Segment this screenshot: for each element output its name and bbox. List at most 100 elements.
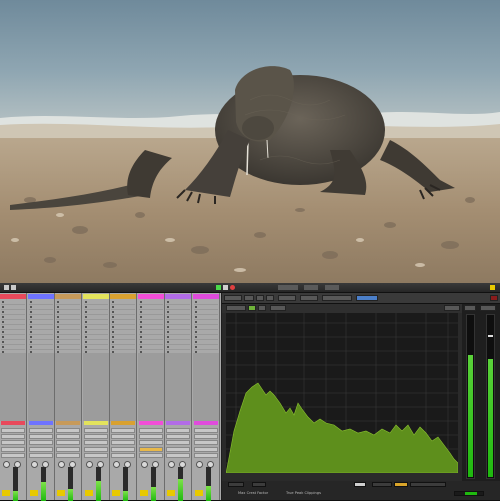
routing-chooser[interactable] <box>193 434 218 439</box>
routing-chooser[interactable] <box>83 440 108 445</box>
routing-chooser[interactable] <box>193 428 218 433</box>
track-activator-button[interactable] <box>139 490 148 496</box>
play-button[interactable] <box>216 285 221 290</box>
session-view-button[interactable] <box>11 285 16 290</box>
meter-scale-selector[interactable] <box>480 305 496 311</box>
track-activator-button[interactable] <box>29 490 38 496</box>
clip-stop-icon[interactable] <box>84 331 87 333</box>
track-title-bar[interactable] <box>110 294 136 299</box>
routing-chooser[interactable] <box>1 440 25 445</box>
track-activator-button[interactable] <box>112 490 120 496</box>
spectrum-display[interactable] <box>226 313 458 473</box>
clip-stop-icon[interactable] <box>2 346 4 348</box>
clip-stop-icon[interactable] <box>194 331 197 333</box>
clip-stop-icon[interactable] <box>84 306 87 308</box>
routing-chooser[interactable] <box>1 428 25 433</box>
clip-stop-icon[interactable] <box>2 306 4 308</box>
clip-stop-icon[interactable] <box>167 336 169 338</box>
routing-chooser[interactable] <box>56 428 80 433</box>
clip-stop-icon[interactable] <box>112 336 114 338</box>
clip-stop-icon[interactable] <box>84 341 87 343</box>
empty-clip-area[interactable] <box>27 353 54 421</box>
send-knob[interactable] <box>168 461 175 468</box>
clip-stop-icon[interactable] <box>194 301 197 303</box>
clip-stop-icon[interactable] <box>167 346 169 348</box>
preset-next-button[interactable] <box>266 295 274 301</box>
clip-stop-icon[interactable] <box>57 301 59 303</box>
send-knob[interactable] <box>113 461 120 468</box>
spectrum-mode-button[interactable] <box>226 305 246 311</box>
clip-stop-icon[interactable] <box>194 336 197 338</box>
clip-stop-icon[interactable] <box>29 321 32 323</box>
routing-chooser[interactable] <box>111 428 135 433</box>
track-level-meter[interactable] <box>205 467 211 501</box>
clip-stop-icon[interactable] <box>112 331 114 333</box>
routing-chooser[interactable] <box>111 447 135 452</box>
clip-stop-icon[interactable] <box>167 341 169 343</box>
clip-stop-icon[interactable] <box>2 301 4 303</box>
clip-stop-icon[interactable] <box>29 301 32 303</box>
clip-stop-icon[interactable] <box>29 336 32 338</box>
routing-chooser[interactable] <box>138 447 163 452</box>
send-knob[interactable] <box>140 461 148 468</box>
routing-chooser[interactable] <box>166 440 190 445</box>
clip-stop-icon[interactable] <box>139 346 142 348</box>
clip-stop-icon[interactable] <box>167 301 169 303</box>
clip-stop-icon[interactable] <box>29 331 32 333</box>
clip-stop-icon[interactable] <box>84 301 87 303</box>
routing-chooser[interactable] <box>1 447 25 452</box>
mode-selector[interactable] <box>322 295 352 301</box>
track-level-meter[interactable] <box>123 467 128 501</box>
clip-stop-icon[interactable] <box>84 316 87 318</box>
clip-stop-icon[interactable] <box>29 311 32 313</box>
plugin-title-chip[interactable] <box>224 295 242 301</box>
routing-chooser[interactable] <box>83 428 108 433</box>
clip-stop-icon[interactable] <box>2 331 4 333</box>
empty-clip-area[interactable] <box>137 353 164 421</box>
routing-chooser[interactable] <box>193 440 218 445</box>
track-level-meter[interactable] <box>95 467 101 501</box>
empty-clip-area[interactable] <box>0 353 26 421</box>
range-selector[interactable] <box>444 305 460 311</box>
track-level-meter[interactable] <box>150 467 156 501</box>
clip-stop-icon[interactable] <box>57 336 59 338</box>
empty-clip-area[interactable] <box>165 353 191 421</box>
track-activator-button[interactable] <box>2 490 10 496</box>
routing-chooser[interactable] <box>28 453 53 458</box>
track-level-meter[interactable] <box>40 467 46 501</box>
clip-stop-icon[interactable] <box>167 331 169 333</box>
position-display[interactable] <box>278 285 298 290</box>
track-activator-button[interactable] <box>167 490 175 496</box>
clip-stop-icon[interactable] <box>139 321 142 323</box>
clip-stop-icon[interactable] <box>167 306 169 308</box>
sidechain-selector[interactable] <box>300 295 318 301</box>
routing-chooser[interactable] <box>166 447 190 452</box>
stop-button[interactable] <box>223 285 228 290</box>
clip-stop-icon[interactable] <box>112 306 114 308</box>
routing-chooser[interactable] <box>56 447 80 452</box>
routing-chooser[interactable] <box>166 453 190 458</box>
arrangement-view-button[interactable] <box>4 285 9 290</box>
track-level-meter[interactable] <box>13 467 18 501</box>
track-title-bar[interactable] <box>192 294 219 299</box>
routing-selector[interactable] <box>278 295 296 301</box>
clip-stop-icon[interactable] <box>84 311 87 313</box>
clip-stop-icon[interactable] <box>84 321 87 323</box>
preset-selector[interactable] <box>244 295 254 301</box>
clip-stop-icon[interactable] <box>2 311 4 313</box>
preset-prev-button[interactable] <box>256 295 264 301</box>
routing-chooser[interactable] <box>138 434 163 439</box>
empty-clip-area[interactable] <box>55 353 81 421</box>
clip-stop-icon[interactable] <box>112 346 114 348</box>
close-button[interactable] <box>490 295 498 301</box>
routing-chooser[interactable] <box>83 453 108 458</box>
routing-chooser[interactable] <box>56 434 80 439</box>
routing-chooser[interactable] <box>28 440 53 445</box>
routing-chooser[interactable] <box>83 447 108 452</box>
clip-stop-icon[interactable] <box>194 316 197 318</box>
track-activator-button[interactable] <box>194 490 203 496</box>
send-knob[interactable] <box>30 461 38 468</box>
track-title-bar[interactable] <box>137 294 164 299</box>
clip-stop-icon[interactable] <box>194 311 197 313</box>
empty-clip-area[interactable] <box>82 353 109 421</box>
